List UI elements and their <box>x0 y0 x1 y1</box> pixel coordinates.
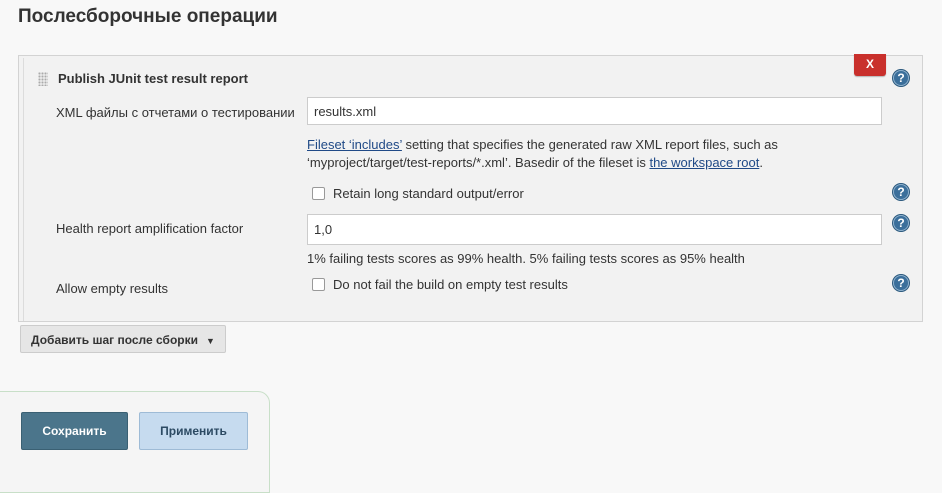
allow-empty-label: Allow empty results <box>56 281 168 296</box>
fileset-includes-link[interactable]: Fileset ‘includes’ <box>307 137 402 152</box>
allow-empty-row[interactable]: Do not fail the build on empty test resu… <box>312 277 568 292</box>
caret-down-icon: ▼ <box>206 336 215 346</box>
retain-output-help-icon[interactable]: ? <box>893 184 909 200</box>
step-help-icon[interactable]: ? <box>893 70 909 86</box>
save-button[interactable]: Сохранить <box>21 412 128 450</box>
health-factor-input[interactable] <box>307 214 882 245</box>
fileset-text-3: . <box>759 155 763 170</box>
section-title: Послесборочные операции <box>18 6 278 27</box>
retain-output-row[interactable]: Retain long standard output/error <box>312 186 524 201</box>
drag-handle-icon[interactable] <box>38 72 48 86</box>
allow-empty-checkbox[interactable] <box>312 278 325 291</box>
fileset-text-2: ‘myproject/target/test-reports/*.xml’. B… <box>307 155 650 170</box>
health-factor-hint: 1% failing tests scores as 99% health. 5… <box>307 251 745 266</box>
fileset-text-1: setting that specifies the generated raw… <box>401 137 778 152</box>
retain-output-checkbox[interactable] <box>312 187 325 200</box>
junit-step-panel: Publish JUnit test result report X ? XML… <box>18 54 923 322</box>
add-post-build-step-button[interactable]: Добавить шаг после сборки ▼ <box>20 325 226 353</box>
retain-output-label: Retain long standard output/error <box>333 186 524 201</box>
delete-step-button[interactable]: X <box>854 54 886 76</box>
health-factor-help-icon[interactable]: ? <box>893 215 909 231</box>
apply-button[interactable]: Применить <box>139 412 248 450</box>
workspace-root-link[interactable]: the workspace root <box>649 155 759 170</box>
xml-files-input[interactable] <box>307 97 882 125</box>
health-factor-label: Health report amplification factor <box>56 221 244 236</box>
add-step-label: Добавить шаг после сборки <box>31 333 198 347</box>
xml-files-label: XML файлы с отчетами о тестировании <box>56 105 295 120</box>
fileset-description: Fileset ‘includes’ setting that specifie… <box>307 136 887 172</box>
step-inner: Publish JUnit test result report X ? XML… <box>23 54 922 321</box>
step-title: Publish JUnit test result report <box>58 71 248 86</box>
allow-empty-help-icon[interactable]: ? <box>893 275 909 291</box>
allow-empty-checkbox-label: Do not fail the build on empty test resu… <box>333 277 568 292</box>
